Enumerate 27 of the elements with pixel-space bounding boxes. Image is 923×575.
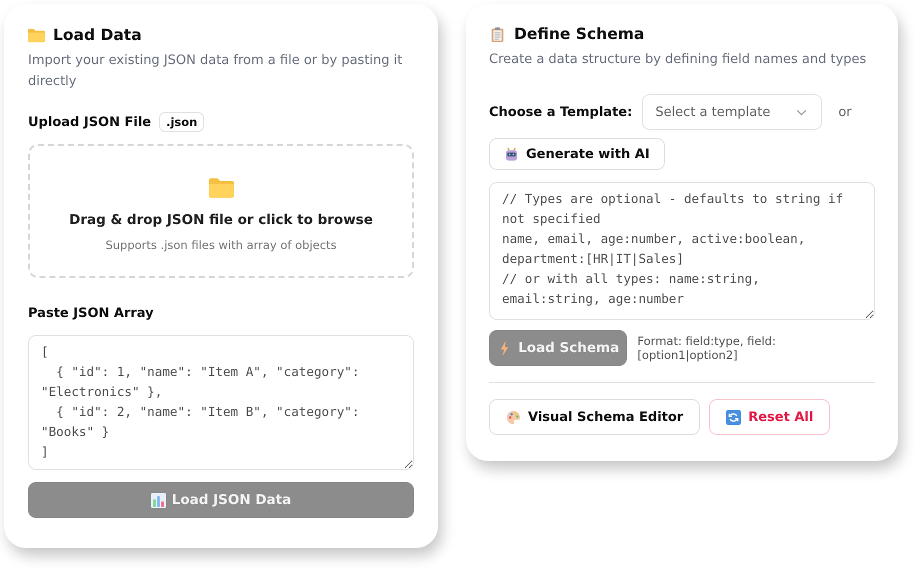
generate-ai-button[interactable]: Generate with AI bbox=[489, 138, 665, 170]
clipboard-icon bbox=[489, 26, 506, 42]
robot-icon bbox=[504, 146, 519, 162]
bar-chart-icon bbox=[150, 492, 166, 508]
or-text: or bbox=[838, 104, 852, 120]
reset-all-button[interactable]: Reset All bbox=[709, 399, 830, 435]
field-label: Choose a Template: bbox=[489, 104, 632, 120]
file-dropzone[interactable]: Drag & drop JSON file or click to browse Supports .json files with array of objects bbox=[28, 144, 414, 278]
dropzone-hint: Supports .json files with array of objects bbox=[105, 238, 337, 252]
visual-editor-button[interactable]: Visual Schema Editor bbox=[489, 399, 700, 435]
palette-icon bbox=[506, 410, 521, 424]
dropzone-title: Drag & drop JSON file or click to browse bbox=[69, 212, 373, 228]
template-select[interactable]: Select a template bbox=[642, 94, 822, 130]
panel-description: Create a data structure by defining field names and types bbox=[489, 51, 868, 69]
refresh-icon bbox=[726, 410, 742, 424]
folder-icon bbox=[208, 178, 234, 198]
panel-title: Define Schema bbox=[514, 25, 644, 43]
format-hint: Format: field:type, field:[option1|option2] bbox=[637, 334, 777, 362]
field-label: Upload JSON File bbox=[28, 114, 152, 130]
chevron-down-icon bbox=[796, 108, 808, 116]
schema-input[interactable]: // Types are optional - defaults to string if not specified name, email, age:number, active:boolean, department:[HR|IT|Sales] // or with all types: name:string, email:string, age:number bbox=[489, 182, 875, 320]
panel-description: Import your existing JSON data from a file or by pasting it directly bbox=[28, 52, 404, 91]
panel-title: Load Data bbox=[53, 26, 142, 44]
field-label: Paste JSON Array bbox=[28, 306, 155, 321]
folder-icon bbox=[28, 28, 45, 42]
file-type-badge: .json bbox=[159, 112, 204, 132]
json-input[interactable]: [ { "id": 1, "name": "Item A", "category": "Electronics" }, { "id": 2, "name": "Item B", "category": "Books" } ] bbox=[28, 335, 414, 470]
